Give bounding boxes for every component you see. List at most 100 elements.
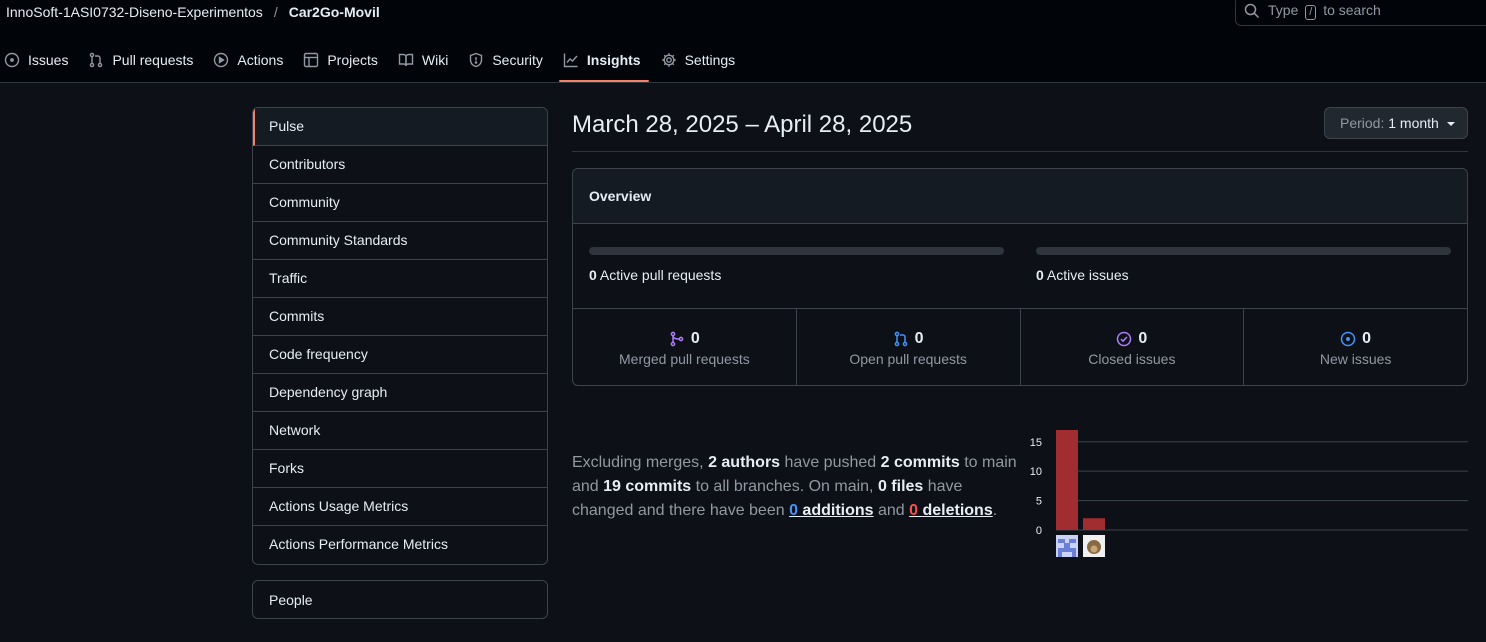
summary-text: have pushed xyxy=(780,454,881,471)
sidebar-item-actions-performance-metrics[interactable]: Actions Performance Metrics xyxy=(253,526,547,564)
period-dropdown[interactable]: Period: 1 month xyxy=(1324,107,1468,139)
insights-sidebar: Pulse Contributors Community Community S… xyxy=(252,107,548,565)
period-label: Period: xyxy=(1340,115,1385,131)
tab-settings[interactable]: Settings xyxy=(657,40,748,80)
active-issues-count: 0 xyxy=(1036,267,1044,283)
commits-by-author-chart: 0 5 10 15 xyxy=(1030,430,1468,557)
deletions-link[interactable]: 0 deletions xyxy=(909,502,993,519)
additions-count: 0 xyxy=(789,502,798,519)
commit-summary: Excluding merges, 2 authors have pushed … xyxy=(572,451,1022,523)
stat-count: 0 xyxy=(690,330,700,347)
pull-request-icon xyxy=(90,52,103,68)
tab-security[interactable]: Security xyxy=(464,40,555,80)
sidebar-item-actions-usage-metrics[interactable]: Actions Usage Metrics xyxy=(253,488,547,526)
active-prs-label: Active pull requests xyxy=(599,267,722,283)
avatar[interactable] xyxy=(1056,535,1078,557)
summary-commits-all: 19 commits xyxy=(603,478,692,495)
issue-icon xyxy=(4,52,20,68)
sidebar-item-community[interactable]: Community xyxy=(253,184,547,222)
tab-label: Wiki xyxy=(421,52,449,68)
issue-icon xyxy=(1340,331,1356,347)
y-tick-label: 15 xyxy=(1030,437,1042,449)
active-issues-summary[interactable]: 0 Active issues xyxy=(1036,267,1129,283)
tab-wiki[interactable]: Wiki xyxy=(394,40,460,80)
summary-commits-main: 2 commits xyxy=(880,454,960,471)
overview-title: Overview xyxy=(573,169,1467,224)
stat-count: 0 xyxy=(1138,330,1148,347)
sidebar-item-network[interactable]: Network xyxy=(253,412,547,450)
search-icon xyxy=(1244,3,1260,19)
summary-files: 0 files xyxy=(877,478,924,495)
breadcrumb-separator: / xyxy=(273,4,278,20)
active-prs-bar xyxy=(589,247,1004,255)
stat-label: New issues xyxy=(1319,351,1392,367)
bar[interactable] xyxy=(1056,430,1078,530)
overview-panel: Overview 0 Active pull requests 0 Active… xyxy=(572,168,1468,386)
tab-insights[interactable]: Insights xyxy=(558,40,653,82)
search-shortcut-key: / xyxy=(1305,5,1317,20)
tab-label: Security xyxy=(492,52,543,68)
additions-link[interactable]: 0 additions xyxy=(789,502,873,519)
active-prs-summary[interactable]: 0 Active pull requests xyxy=(589,267,721,283)
sidebar-item-pulse[interactable]: Pulse xyxy=(253,108,547,146)
tab-label: Insights xyxy=(586,52,641,68)
pulse-date-range: March 28, 2025 – April 28, 2025 xyxy=(572,111,913,138)
bar[interactable] xyxy=(1083,518,1105,530)
owner-link[interactable]: InnoSoft-1ASI0732-Diseno-Experimentos xyxy=(6,4,263,20)
pull-request-icon xyxy=(894,331,908,347)
active-issues-label: Active issues xyxy=(1046,267,1129,283)
y-tick-label: 10 xyxy=(1030,466,1042,478)
tab-label: Settings xyxy=(684,52,736,68)
sidebar-item-people[interactable]: People xyxy=(252,580,548,619)
avatar[interactable] xyxy=(1083,535,1105,557)
sidebar-item-code-frequency[interactable]: Code frequency xyxy=(253,336,547,374)
overview-stats: 0 Merged pull requests 0 Open pull reque… xyxy=(573,309,1467,385)
merge-icon xyxy=(670,331,684,347)
stat-new-issues[interactable]: 0 New issues xyxy=(1244,309,1467,385)
repo-link[interactable]: Car2Go-Movil xyxy=(289,4,380,20)
tab-projects[interactable]: Projects xyxy=(299,40,390,80)
active-issues-bar xyxy=(1036,247,1451,255)
divider xyxy=(572,151,1468,152)
play-icon xyxy=(214,52,229,68)
sidebar-item-forks[interactable]: Forks xyxy=(253,450,547,488)
repo-tabs: Issues Pull requests Actions Projects Wi… xyxy=(0,40,751,82)
sidebar-item-contributors[interactable]: Contributors xyxy=(253,146,547,184)
sidebar-item-commits[interactable]: Commits xyxy=(253,298,547,336)
summary-text: and xyxy=(873,502,910,519)
deletions-count: 0 xyxy=(909,502,919,519)
breadcrumb: InnoSoft-1ASI0732-Diseno-Experimentos / … xyxy=(6,4,380,20)
stat-closed-issues[interactable]: 0 Closed issues xyxy=(1021,309,1245,385)
shield-icon xyxy=(470,52,483,68)
y-tick-label: 0 xyxy=(1036,525,1042,537)
y-tick-label: 5 xyxy=(1036,496,1042,508)
period-value: 1 month xyxy=(1388,115,1439,131)
tab-label: Pull requests xyxy=(112,52,194,68)
tab-label: Issues xyxy=(28,52,69,68)
deletions-label: deletions xyxy=(918,502,993,519)
stat-label: Open pull requests xyxy=(849,351,967,367)
tab-actions[interactable]: Actions xyxy=(209,40,295,80)
stat-label: Closed issues xyxy=(1088,351,1176,367)
repo-header: InnoSoft-1ASI0732-Diseno-Experimentos / … xyxy=(0,0,1486,83)
stat-label: Merged pull requests xyxy=(619,351,750,367)
check-circle-icon xyxy=(1117,331,1132,347)
search-input[interactable]: Type / to search xyxy=(1235,0,1486,26)
graph-icon xyxy=(563,53,578,68)
tab-issues[interactable]: Issues xyxy=(0,40,80,80)
stat-count: 0 xyxy=(914,330,924,347)
tab-label: Actions xyxy=(237,52,284,68)
caret-down-icon xyxy=(1446,122,1455,127)
stat-merged-prs[interactable]: 0 Merged pull requests xyxy=(573,309,797,385)
overview-activity: 0 Active pull requests 0 Active issues xyxy=(573,224,1467,309)
sidebar-item-traffic[interactable]: Traffic xyxy=(253,260,547,298)
tab-pull-requests[interactable]: Pull requests xyxy=(84,40,205,80)
tab-label: Projects xyxy=(327,52,378,68)
stat-open-prs[interactable]: 0 Open pull requests xyxy=(797,309,1021,385)
sidebar-item-community-standards[interactable]: Community Standards xyxy=(253,222,547,260)
summary-text: Excluding merges, xyxy=(572,454,709,471)
summary-text: to all branches. On main, xyxy=(691,478,878,495)
sidebar-item-dependency-graph[interactable]: Dependency graph xyxy=(253,374,547,412)
gear-icon xyxy=(661,53,676,67)
search-placeholder-prefix: Type xyxy=(1268,2,1299,18)
